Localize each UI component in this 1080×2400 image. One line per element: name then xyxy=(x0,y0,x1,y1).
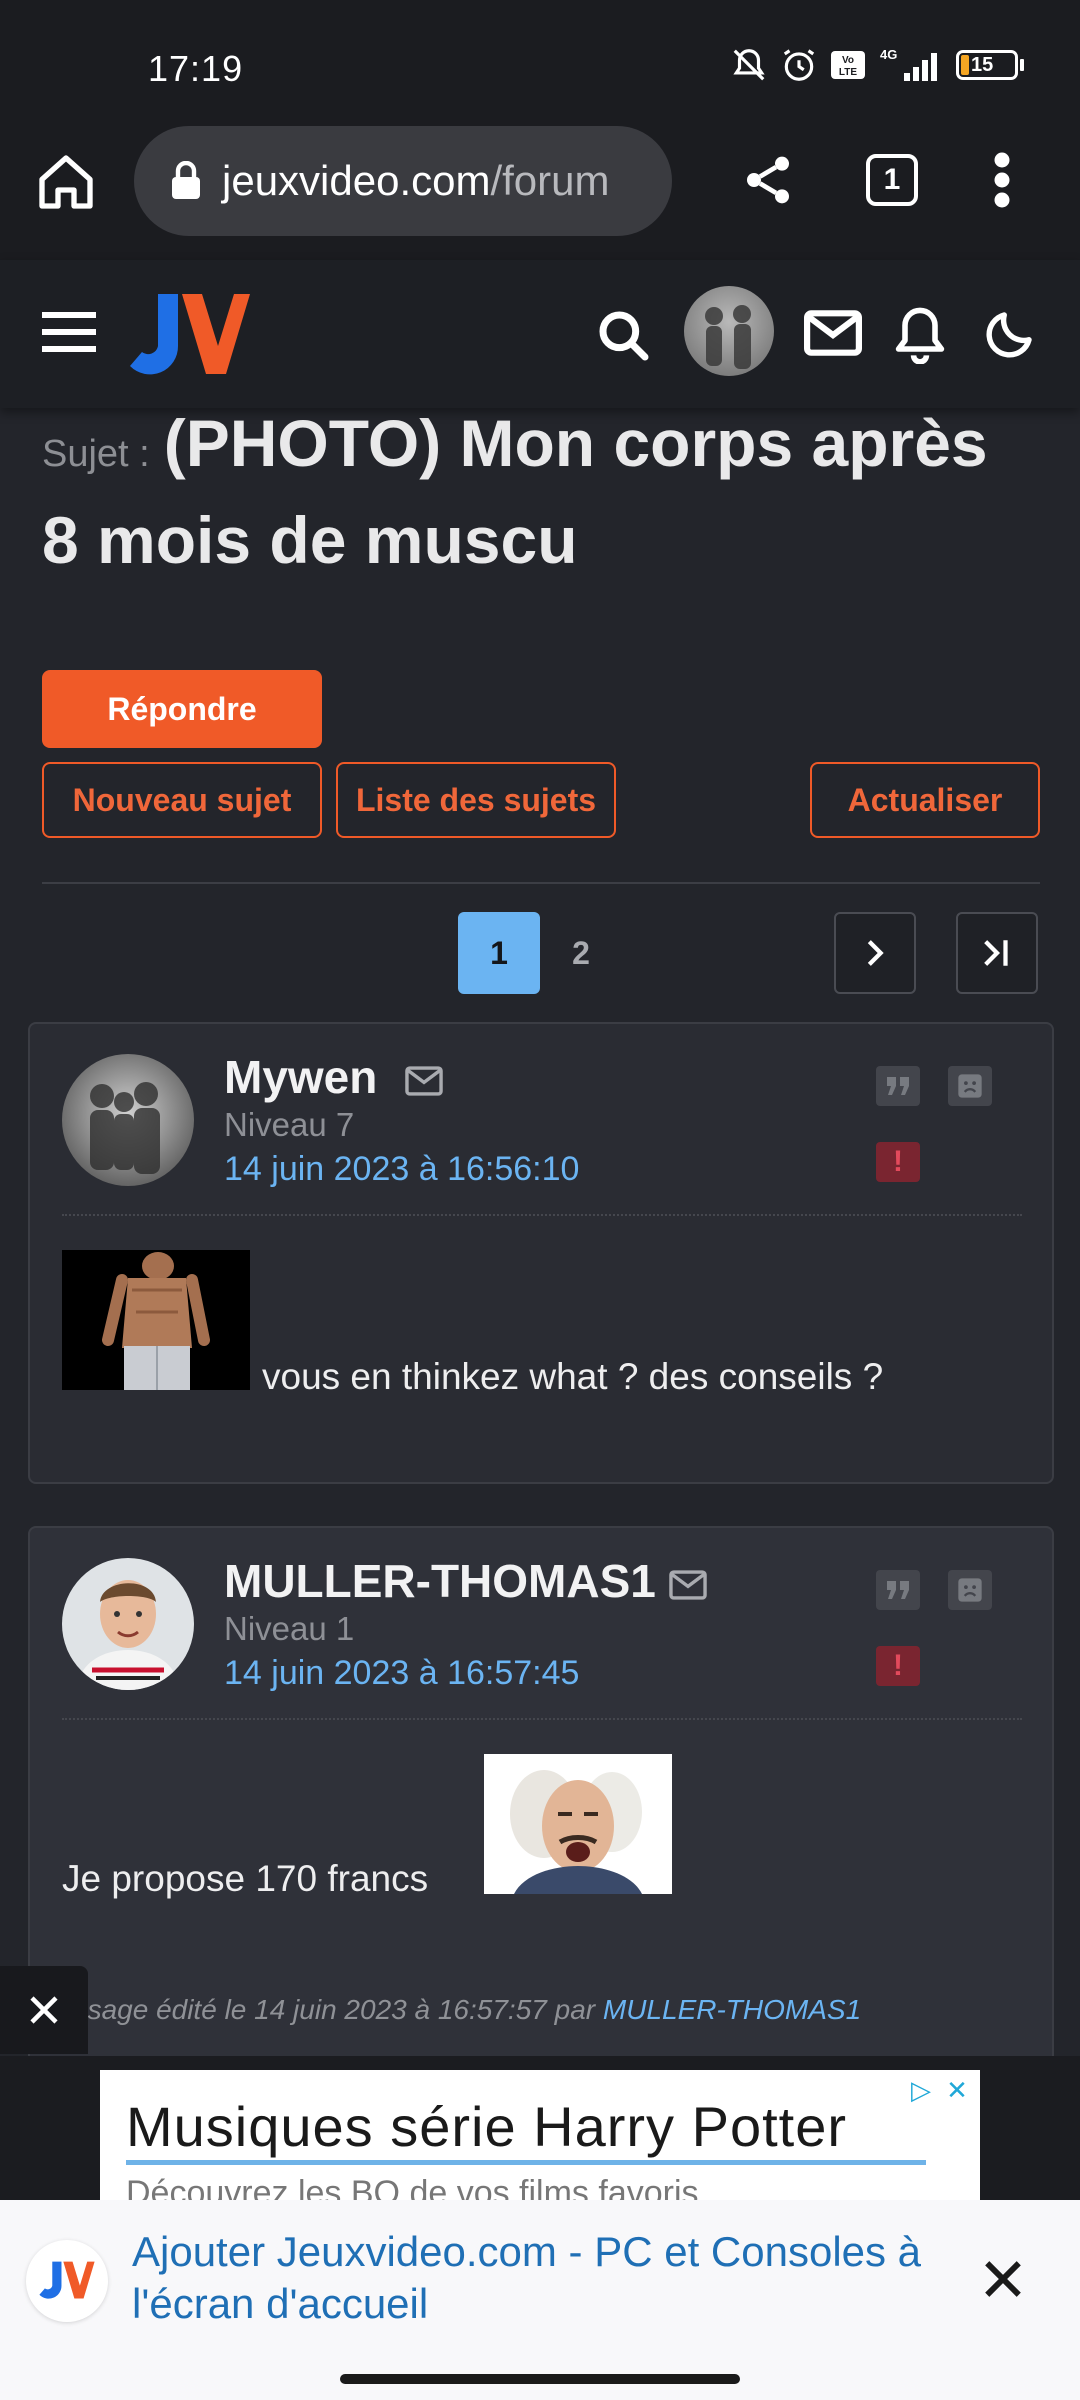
post-image-thumbnail[interactable] xyxy=(62,1250,250,1390)
post-sticker-image[interactable] xyxy=(484,1754,672,1894)
signal-icon: 4G xyxy=(880,47,937,81)
quote-icon[interactable] xyxy=(876,1570,920,1610)
share-icon[interactable] xyxy=(740,150,796,210)
topic-title: (PHOTO) Mon corps après 8 mois de muscu xyxy=(42,406,988,577)
post-divider xyxy=(62,1718,1022,1720)
lock-icon xyxy=(172,161,200,199)
ad-close-button[interactable] xyxy=(0,1966,88,2054)
browser-toolbar: jeuxvideo.com/forum 1 xyxy=(0,120,1080,260)
ad-close-icon[interactable]: ✕ xyxy=(940,2074,974,2106)
forum-post: Mywen Niveau 7 14 juin 2023 à 16:56:10 !… xyxy=(28,1022,1054,1484)
search-icon[interactable] xyxy=(596,308,652,364)
app-logo xyxy=(26,2240,108,2322)
install-banner[interactable]: Ajouter Jeuxvideo.com - PC et Consoles à… xyxy=(0,2200,1080,2360)
post-divider xyxy=(62,1214,1022,1216)
volte-icon: VoLTE xyxy=(831,51,865,79)
post-body: vous en thinkez what ? des conseils ? xyxy=(262,1356,884,1397)
topic-label: Sujet : xyxy=(42,433,150,475)
dark-mode-icon[interactable] xyxy=(984,306,1038,360)
mail-icon[interactable] xyxy=(404,1066,444,1096)
svg-text:Vo: Vo xyxy=(842,55,854,66)
topic-header: Sujet : (PHOTO) Mon corps après 8 mois de… xyxy=(42,400,1042,583)
new-topic-button[interactable]: Nouveau sujet xyxy=(42,762,322,838)
post-body: Je propose 170 francs xyxy=(62,1858,429,1899)
page: { "status": { "time": "17:19", "battery"… xyxy=(0,0,1080,2400)
avatar[interactable] xyxy=(62,1054,194,1186)
url-text: jeuxvideo.com/forum xyxy=(222,157,610,205)
status-time: 17:19 xyxy=(148,48,244,89)
post-date[interactable]: 14 juin 2023 à 16:56:10 xyxy=(224,1150,579,1189)
tab-switcher-button[interactable]: 1 xyxy=(866,154,918,206)
bell-icon[interactable] xyxy=(894,304,946,364)
mute-icon xyxy=(733,49,765,81)
mail-icon[interactable] xyxy=(804,310,862,356)
address-bar[interactable]: jeuxvideo.com/forum xyxy=(134,126,672,236)
site-header xyxy=(0,260,1080,408)
mail-icon[interactable] xyxy=(668,1570,708,1600)
page-current[interactable]: 1 xyxy=(458,912,540,994)
user-avatar[interactable] xyxy=(684,286,774,376)
install-banner-text[interactable]: Ajouter Jeuxvideo.com - PC et Consoles à… xyxy=(132,2226,952,2330)
report-alert-icon[interactable]: ! xyxy=(876,1646,920,1686)
report-alert-icon[interactable]: ! xyxy=(876,1142,920,1182)
close-icon xyxy=(30,1996,58,2024)
ad-banner[interactable]: Musiques série Harry Potter Découvrez le… xyxy=(100,2070,980,2204)
edit-note-text: essage édité le 14 juin 2023 à 16:57:57 … xyxy=(58,1994,596,2025)
sad-face-icon[interactable] xyxy=(948,1066,992,1106)
quote-icon[interactable] xyxy=(876,1066,920,1106)
network-type: 4G xyxy=(880,47,897,62)
status-icons: Vo LTE 4G 15 xyxy=(730,46,1024,84)
post-date[interactable]: 14 juin 2023 à 16:57:45 xyxy=(224,1654,579,1693)
ad-title[interactable]: Musiques série Harry Potter xyxy=(126,2094,847,2159)
chevron-right-icon xyxy=(867,940,884,966)
ad-choices[interactable]: ▷ ✕ xyxy=(904,2074,974,2106)
reply-button[interactable]: Répondre xyxy=(42,670,322,748)
topic-list-button[interactable]: Liste des sujets xyxy=(336,762,616,838)
home-gesture-handle[interactable] xyxy=(340,2374,740,2384)
last-page-button[interactable] xyxy=(956,912,1038,994)
url-domain: jeuxvideo.com xyxy=(222,157,491,204)
post-author[interactable]: MULLER-THOMAS1 xyxy=(224,1554,656,1608)
hamburger-menu-icon[interactable] xyxy=(42,312,96,352)
jv-logo[interactable] xyxy=(130,286,250,386)
alarm-icon xyxy=(783,49,815,81)
gesture-nav-bar xyxy=(0,2360,1080,2400)
svg-text:LTE: LTE xyxy=(839,67,857,78)
divider xyxy=(42,882,1040,884)
post-author[interactable]: Mywen xyxy=(224,1050,377,1104)
battery-level: 15 xyxy=(971,54,994,76)
battery-icon: 15 xyxy=(956,50,1024,80)
refresh-button[interactable]: Actualiser xyxy=(810,762,1040,838)
edit-note-author[interactable]: MULLER-THOMAS1 xyxy=(603,1994,861,2025)
ad-choices-icon[interactable]: ▷ xyxy=(904,2074,938,2106)
url-path: /forum xyxy=(490,157,610,204)
ad-underline xyxy=(126,2160,926,2165)
status-bar: 17:19 Vo LTE 4G 15 xyxy=(0,0,1080,120)
page-link-2[interactable]: 2 xyxy=(550,912,612,994)
edit-note: essage édité le 14 juin 2023 à 16:57:57 … xyxy=(58,1994,861,2026)
post-author-level: Niveau 1 xyxy=(224,1610,355,1647)
close-icon[interactable] xyxy=(976,2252,1030,2306)
avatar[interactable] xyxy=(62,1558,194,1690)
post-author-level: Niveau 7 xyxy=(224,1106,355,1143)
home-icon[interactable] xyxy=(34,150,98,214)
sad-face-icon[interactable] xyxy=(948,1570,992,1610)
next-page-button[interactable] xyxy=(834,912,916,994)
last-page-icon xyxy=(984,940,1008,966)
more-vert-icon[interactable] xyxy=(990,150,1014,210)
